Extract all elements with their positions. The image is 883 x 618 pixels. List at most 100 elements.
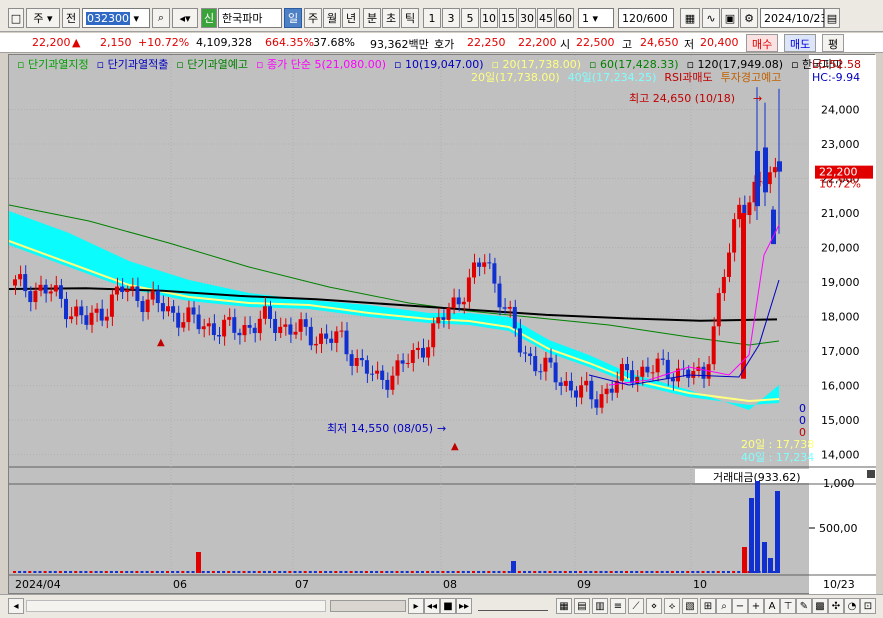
x-tick-label: 09 (577, 578, 591, 591)
tool-icon-12[interactable]: ◔ (844, 598, 860, 614)
interval-15[interactable]: 15 (499, 8, 517, 28)
tool-icon-1[interactable]: ▦ (556, 598, 572, 614)
low-price: 20,400 (700, 36, 739, 49)
text-icon[interactable]: A (764, 598, 780, 614)
candle-body (206, 323, 211, 327)
candle-body (74, 306, 79, 317)
tool-icon-2[interactable]: ▤ (574, 598, 590, 614)
fibonacci-icon[interactable]: ≡ (610, 598, 626, 614)
scroll-thumb[interactable] (330, 600, 406, 612)
forward-icon[interactable]: ▸▸ (456, 598, 472, 614)
minus-icon[interactable]: − (732, 598, 748, 614)
stop-icon[interactable]: ■ (440, 598, 456, 614)
candle-body (303, 319, 308, 327)
volume-bar (313, 571, 317, 573)
volume-bar (359, 571, 363, 573)
tool-icon-13[interactable]: ⊡ (860, 598, 876, 614)
volume-bar (558, 571, 562, 573)
period-month[interactable]: 월 (323, 8, 341, 28)
volume-bar (492, 571, 496, 573)
type-select[interactable]: 주 ▾ (26, 8, 60, 28)
buy-button[interactable]: 매수 (746, 34, 779, 52)
volume-bar (380, 571, 384, 573)
volume-bar (533, 571, 537, 573)
interval-5[interactable]: 5 (461, 8, 479, 28)
interval-30[interactable]: 30 (518, 8, 536, 28)
interval-10[interactable]: 10 (480, 8, 498, 28)
sound-icon[interactable]: ◂▾ (172, 8, 198, 28)
tool-icon-3[interactable]: ▥ (592, 598, 608, 614)
chart-area[interactable]: 24,000 23,000 22,000 21,000 20,000 19,000 18,0… (8, 54, 876, 595)
interval-minute[interactable]: 분 (363, 8, 381, 28)
candle-body (472, 262, 476, 278)
legend-item: ▫ 단기과열예고 (176, 58, 248, 71)
tool-icon-7[interactable]: ⊞ (700, 598, 716, 614)
save-icon[interactable]: ▣ (721, 8, 739, 28)
price-chart[interactable]: 24,00023,00022,00021,00020,00019,00018,0… (9, 55, 876, 595)
candle-body (166, 306, 170, 312)
volume-bar (278, 571, 282, 573)
scroll-track[interactable] (26, 600, 326, 612)
volume-bar (625, 571, 628, 573)
tool-icon-10[interactable]: ▩ (812, 598, 828, 614)
tool-icon-8[interactable]: ⊤ (780, 598, 796, 614)
period-week[interactable]: 주 (304, 8, 322, 28)
candle-body (53, 285, 58, 292)
sell-button[interactable]: 매도 (784, 34, 817, 52)
candle-body (594, 399, 599, 408)
calendar-icon[interactable]: ▤ (824, 8, 840, 28)
tool-icon-5[interactable]: ⟡ (664, 598, 680, 614)
window-icon[interactable]: □ (8, 8, 24, 28)
tool-icon-6[interactable]: ▧ (682, 598, 698, 614)
line-icon[interactable]: ⟋ (628, 598, 644, 614)
stock-code-input[interactable]: 032300 ▾ (82, 8, 150, 28)
date-input[interactable]: 2024/10/23 (760, 8, 827, 28)
count-input[interactable]: 120/600 (618, 8, 674, 28)
quote-row: 22,200 ▲ 2,150 +10.72% 4,109,328 664.35%… (0, 33, 883, 53)
close-icon[interactable] (867, 470, 875, 478)
scroll-right-icon[interactable]: ▸ (408, 598, 424, 614)
volume: 4,109,328 (196, 36, 252, 49)
interval-tick[interactable]: 틱 (401, 8, 419, 28)
x-tick-label: 10 (693, 578, 707, 591)
prev-button[interactable]: 전 (62, 8, 80, 28)
interval-second[interactable]: 초 (382, 8, 400, 28)
volume-axis-label: 1,000 (823, 477, 855, 490)
volume-bar (589, 571, 593, 573)
candle-body (461, 301, 466, 305)
candle-body (69, 316, 74, 320)
volume-bar (211, 571, 215, 573)
rewind-icon[interactable]: ◂◂ (424, 598, 440, 614)
volume-bar (191, 571, 195, 573)
zoom-icon[interactable]: ⌕ (716, 598, 732, 614)
interval-60[interactable]: 60 (556, 8, 574, 28)
plus-icon[interactable]: + (748, 598, 764, 614)
gear-icon[interactable]: ⚙ (740, 8, 758, 28)
volume-bar (472, 571, 475, 573)
interval-45[interactable]: 45 (537, 8, 555, 28)
interval-1[interactable]: 1 (423, 8, 441, 28)
arrow-right-icon: → (753, 92, 762, 105)
volume-bar (446, 571, 450, 573)
volume-bar (517, 571, 521, 573)
trend-icon[interactable]: ∿ (702, 8, 720, 28)
tool-icon-4[interactable]: ⋄ (646, 598, 662, 614)
tool-icon-9[interactable]: ✎ (796, 598, 812, 614)
candle-body (558, 382, 563, 386)
volume-bar (186, 571, 190, 573)
volume-bar (706, 571, 710, 573)
volume-bar (69, 571, 73, 573)
period-day[interactable]: 일 (284, 8, 302, 28)
tool-icon-11[interactable]: ✣ (828, 598, 844, 614)
scroll-left-icon[interactable]: ◂ (8, 598, 24, 614)
volume-bar (339, 571, 343, 573)
interval-3[interactable]: 3 (442, 8, 460, 28)
compare-icon[interactable]: ▦ (680, 8, 700, 28)
search-icon[interactable]: ⌕ (152, 8, 170, 28)
volume-bar (64, 571, 67, 573)
eval-button[interactable]: 평 (822, 34, 845, 52)
multiplier-input[interactable]: 1 ▾ (578, 8, 614, 28)
candle-body (293, 331, 298, 335)
zoom-slider[interactable] (478, 601, 548, 611)
period-year[interactable]: 년 (342, 8, 360, 28)
